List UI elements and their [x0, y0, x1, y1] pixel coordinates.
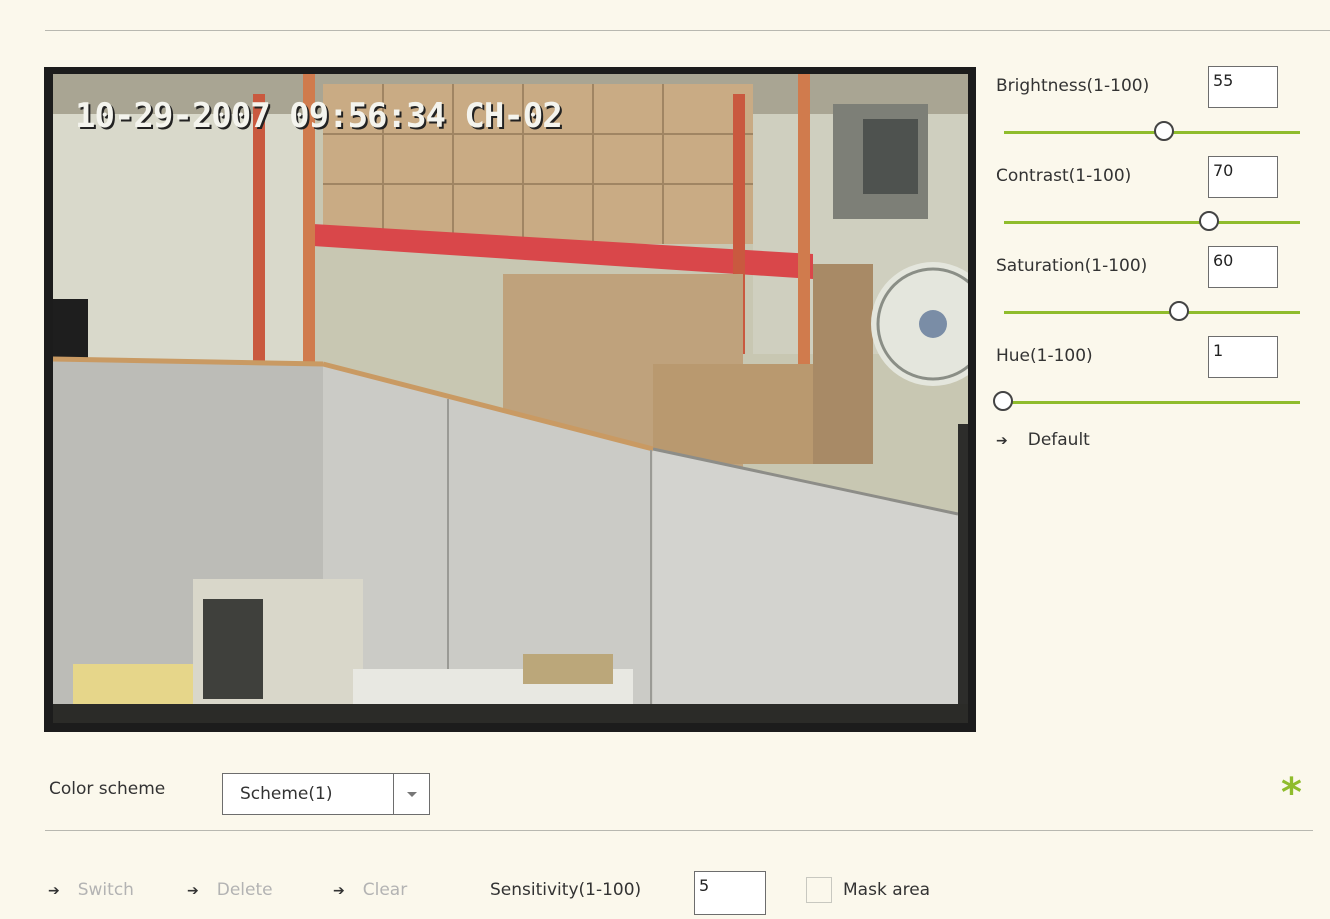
- hue-slider[interactable]: [993, 390, 1300, 414]
- sensitivity-input[interactable]: [694, 871, 766, 915]
- saturation-label: Saturation(1-100): [996, 256, 1148, 276]
- contrast-input[interactable]: [1208, 156, 1278, 198]
- timestamp-overlay: 10-29-2007 09:56:34 CH-02: [75, 96, 563, 136]
- default-label: Default: [1027, 430, 1090, 450]
- mask-area-label: Mask area: [843, 880, 931, 900]
- color-scheme-value: Scheme(1): [240, 784, 333, 804]
- slider-track: [1004, 221, 1300, 224]
- arrow-right-icon: ➔: [333, 883, 345, 899]
- hue-slider-thumb[interactable]: [993, 391, 1013, 411]
- saturation-slider[interactable]: [1004, 300, 1300, 324]
- mask-area-checkbox[interactable]: [806, 877, 832, 903]
- star-icon: *: [1281, 770, 1302, 816]
- saturation-input[interactable]: [1208, 246, 1278, 288]
- slider-track: [1004, 401, 1300, 404]
- clear-label: Clear: [362, 880, 408, 900]
- brightness-label: Brightness(1-100): [996, 76, 1150, 96]
- color-scheme-label: Color scheme: [49, 779, 166, 799]
- delete-label: Delete: [216, 880, 273, 900]
- hue-label: Hue(1-100): [996, 346, 1093, 366]
- brightness-input[interactable]: [1208, 66, 1278, 108]
- section-divider: [45, 830, 1313, 831]
- arrow-right-icon: ➔: [48, 883, 60, 899]
- color-scheme-select[interactable]: Scheme(1): [222, 773, 430, 815]
- arrow-right-icon: ➔: [187, 883, 199, 899]
- sensitivity-label: Sensitivity(1-100): [490, 880, 642, 900]
- dropdown-button[interactable]: [393, 774, 429, 814]
- switch-label: Switch: [77, 880, 134, 900]
- brightness-slider[interactable]: [1004, 120, 1300, 144]
- top-divider: [45, 30, 1330, 31]
- contrast-slider-thumb[interactable]: [1199, 211, 1220, 231]
- brightness-slider-thumb[interactable]: [1154, 121, 1175, 141]
- slider-track: [1004, 311, 1300, 314]
- hue-input[interactable]: [1208, 336, 1278, 378]
- chevron-down-icon: [407, 792, 417, 797]
- camera-image: 10-29-2007 09:56:34 CH-02: [53, 74, 968, 723]
- contrast-label: Contrast(1-100): [996, 166, 1132, 186]
- saturation-slider-thumb[interactable]: [1169, 301, 1190, 321]
- contrast-slider[interactable]: [1004, 210, 1300, 234]
- camera-video-view: 10-29-2007 09:56:34 CH-02: [44, 67, 976, 732]
- delete-button[interactable]: ➔ Delete: [187, 880, 273, 900]
- default-button[interactable]: ➔ Default: [996, 430, 1090, 450]
- clear-button[interactable]: ➔ Clear: [333, 880, 407, 900]
- arrow-right-icon: ➔: [996, 433, 1008, 449]
- switch-button[interactable]: ➔ Switch: [48, 880, 134, 900]
- slider-track: [1004, 131, 1300, 134]
